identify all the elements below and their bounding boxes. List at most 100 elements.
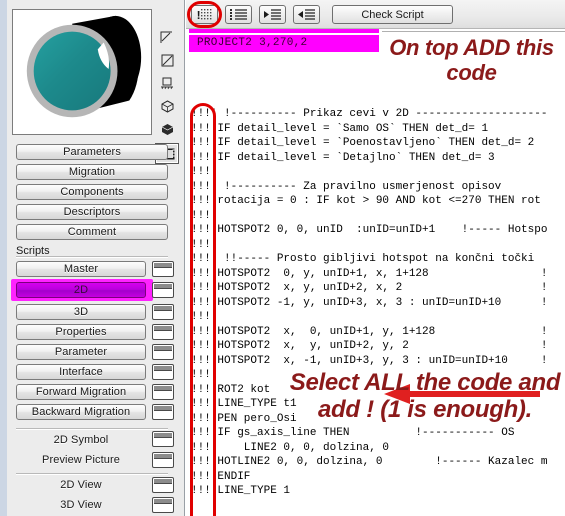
- script-button-properties[interactable]: Properties: [16, 324, 146, 340]
- sidebar-item-preview-picture[interactable]: Preview Picture: [16, 452, 146, 468]
- code-line: !!!!ENDIF: [191, 470, 251, 483]
- indent-right-icon: [264, 9, 281, 20]
- code-line: !!!!HOTSPOT2 0, y, unID+1, x, 1+128 !: [191, 267, 548, 280]
- bang-grid-icon: !: [195, 9, 212, 21]
- code-line: !!!!LINE_TYPE 1: [191, 485, 291, 497]
- script-button-3d-label: 3D: [73, 306, 89, 318]
- sidebar-item-2d-view[interactable]: 2D View: [16, 477, 146, 493]
- section-icon[interactable]: [156, 74, 178, 93]
- script-button-interface[interactable]: Interface: [16, 364, 146, 380]
- indent-left-button[interactable]: [293, 5, 320, 24]
- sidebar-button-descriptors[interactable]: Descriptors: [16, 204, 168, 220]
- script-button-backward-migration-label: Backward Migration: [31, 406, 131, 418]
- sidebar-item-3d-view-label: 3D View: [60, 499, 102, 511]
- selected-code-line[interactable]: PROJECT2 3,270,2: [189, 35, 379, 52]
- comment-lines-button[interactable]: !: [191, 5, 218, 24]
- code-line: !!!!ROT2 kot: [191, 383, 271, 396]
- sidebar-item-preview-picture-label: Preview Picture: [42, 454, 120, 466]
- list-lines-icon: [230, 9, 247, 20]
- check-script-label: Check Script: [361, 8, 424, 21]
- window-icon-2d[interactable]: [152, 282, 174, 298]
- sidebar-button-parameters[interactable]: Parameters: [16, 144, 168, 160]
- sidebar-item-2d-view-label: 2D View: [60, 479, 102, 491]
- pipe-3d-preview-image: [13, 10, 151, 134]
- code-line: !!!!IF detail_level = `Detajlno` THEN de…: [191, 151, 495, 164]
- indent-left-icon: [298, 9, 315, 20]
- selection-top-bar: [189, 29, 379, 33]
- window-icon-3d[interactable]: [152, 304, 174, 320]
- script-button-2d[interactable]: 2D: [16, 282, 146, 298]
- left-sidebar-panel: Parameters Migration Components Descript…: [0, 0, 185, 516]
- polyline-icon[interactable]: [156, 28, 178, 47]
- window-icon-2d-symbol[interactable]: [152, 431, 174, 447]
- code-line: !!!!PEN pero_Osi: [191, 412, 297, 425]
- code-line: !!!!LINE_TYPE t1: [191, 398, 297, 410]
- sidebar-button-components-label: Components: [60, 186, 124, 198]
- window-icon-2d-view[interactable]: [152, 477, 174, 493]
- code-line: !!!!: [191, 166, 218, 178]
- tool-icon-strip: [153, 28, 181, 164]
- script-button-master[interactable]: Master: [16, 261, 146, 277]
- sidebar-item-2d-symbol-label: 2D Symbol: [53, 434, 109, 446]
- code-line: !!!!rotacija = 0 : IF kot > 90 AND kot <…: [191, 195, 541, 207]
- script-button-properties-label: Properties: [55, 326, 107, 338]
- sidebar-item-2d-symbol[interactable]: 2D Symbol: [16, 432, 146, 448]
- sidebar-button-migration-label: Migration: [68, 166, 116, 178]
- code-line: !!!!IF detail_level = `Samo OS` THEN det…: [191, 122, 489, 135]
- script-editor-window: Parameters Migration Components Descript…: [0, 0, 565, 516]
- code-line: !!!!HOTLINE2 0, 0, dolzina, 0 !------ Ka…: [191, 456, 548, 468]
- format-lines-button[interactable]: [225, 5, 252, 24]
- sidebar-button-comment-label: Comment: [67, 226, 117, 238]
- window-icon-backward-migration[interactable]: [152, 404, 174, 420]
- code-editor[interactable]: PROJECT2 3,270,2 !!!! !---------- Prikaz…: [186, 29, 565, 516]
- code-line: !!!!: [191, 209, 218, 222]
- code-line: !!!!: [191, 238, 218, 251]
- window-icon-3d-view[interactable]: [152, 497, 174, 513]
- script-editor-main: ! Check Script PROJECT2 3,270,2 !!!! !--…: [186, 0, 565, 516]
- script-button-parameter-label: Parameter: [54, 346, 108, 358]
- script-button-backward-migration[interactable]: Backward Migration: [16, 404, 146, 420]
- code-line: !!!!IF gs_axis_line THEN !----------- OS: [191, 427, 515, 439]
- script-button-master-label: Master: [63, 263, 99, 275]
- preview-picture-box[interactable]: [12, 9, 152, 135]
- code-line: !!!!HOTSPOT2 x, 0, unID+1, y, 1+128 !: [191, 325, 548, 338]
- script-button-forward-migration[interactable]: Forward Migration: [16, 384, 146, 400]
- window-icon-parameter[interactable]: [152, 344, 174, 360]
- code-line: !!!!HOTSPOT2 -1, y, unID+3, x, 3 : unID=…: [191, 296, 548, 309]
- sidebar-button-comment[interactable]: Comment: [16, 224, 168, 240]
- code-line: !!!!IF detail_level = `Poenostavljeno` T…: [191, 137, 535, 149]
- code-line: !!!!HOTSPOT2 0, 0, unID :unID=unID+1 !--…: [191, 224, 548, 236]
- script-button-interface-label: Interface: [59, 366, 103, 378]
- editor-header-divider: [382, 31, 565, 32]
- script-button-2d-label: 2D: [73, 284, 89, 296]
- indent-right-button[interactable]: [259, 5, 286, 24]
- window-icon-master[interactable]: [152, 261, 174, 277]
- code-lines-container[interactable]: !!!! !---------- Prikaz cevi v 2D ------…: [191, 107, 565, 499]
- editor-toolbar: ! Check Script: [186, 0, 565, 29]
- window-icon-forward-migration[interactable]: [152, 384, 174, 400]
- window-icon-preview-picture[interactable]: [152, 452, 174, 468]
- sidebar-button-components[interactable]: Components: [16, 184, 168, 200]
- script-button-3d[interactable]: 3D: [16, 304, 146, 320]
- window-icon-properties[interactable]: [152, 324, 174, 340]
- check-script-button[interactable]: Check Script: [332, 5, 453, 24]
- selected-code-line-text: PROJECT2 3,270,2: [197, 37, 308, 49]
- code-line: !!!! LINE2 0, 0, dolzina, 0: [191, 441, 390, 454]
- script-button-parameter[interactable]: Parameter: [16, 344, 146, 360]
- code-line: !!!! !---------- Za pravilno usmerjenost…: [191, 180, 502, 193]
- fill-square-icon[interactable]: [156, 51, 178, 70]
- code-line: !!!!HOTSPOT2 x, y, unID+2, x, 2 !: [191, 282, 548, 294]
- sidebar-button-migration[interactable]: Migration: [16, 164, 168, 180]
- wireframe-cube-icon[interactable]: [156, 97, 178, 116]
- window-edge-strip: [0, 0, 7, 516]
- extras-divider: [16, 428, 168, 429]
- code-line: !!!!HOTSPOT2 x, -1, unID+3, y, 3 : unID=…: [191, 354, 548, 367]
- sidebar-button-descriptors-label: Descriptors: [63, 206, 121, 218]
- solid-cube-icon[interactable]: [156, 120, 178, 139]
- code-line: !!!!HOTSPOT2 x, y, unID+2, y, 2 !: [191, 340, 548, 352]
- sidebar-button-parameters-label: Parameters: [63, 146, 121, 158]
- code-line: !!!! !---------- Prikaz cevi v 2D ------…: [191, 108, 548, 120]
- views-divider: [16, 473, 168, 474]
- sidebar-item-3d-view[interactable]: 3D View: [16, 497, 146, 513]
- window-icon-interface[interactable]: [152, 364, 174, 380]
